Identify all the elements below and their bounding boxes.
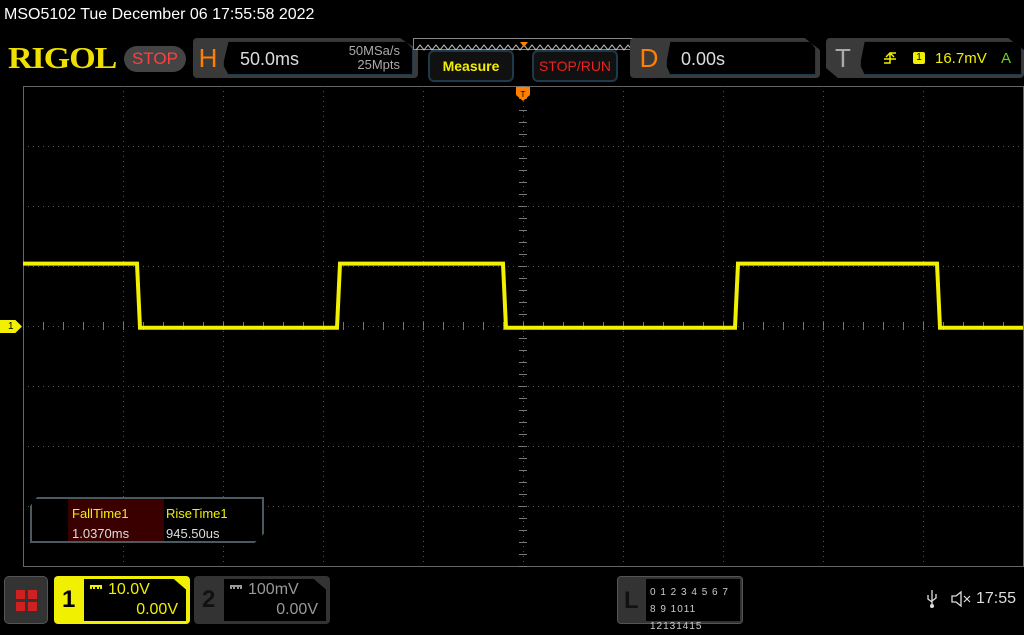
measurement-falltime: FallTime1 1.0370ms — [68, 499, 164, 541]
main-menu-button[interactable] — [4, 576, 48, 624]
delay-letter: D — [639, 43, 659, 73]
channel1-readout: 10.0V 0.00V — [84, 579, 186, 621]
channel1-waveform — [23, 261, 1023, 330]
logic-letter: L — [624, 587, 639, 614]
svg-text:T: T — [521, 90, 526, 99]
trigger-mode: A — [1001, 50, 1012, 67]
horizontal-readout: 50.0ms 50MSa/s 25Mpts — [223, 41, 413, 75]
window-title: MSO5102 Tue December 06 17:55:58 2022 — [4, 6, 315, 23]
rigol-logo: RIGOL — [8, 41, 117, 76]
measurement-value: 1.0370ms — [72, 526, 130, 541]
channel1-ground-marker[interactable]: 1 — [0, 320, 22, 333]
grid-menu-icon — [16, 590, 37, 611]
dc-coupling-icon — [230, 585, 242, 589]
trigger-readout: 1 16.7mV A — [860, 41, 1022, 75]
waveform-display[interactable] — [23, 86, 1024, 567]
trigger-position-marker-icon[interactable]: T — [516, 87, 530, 107]
channel2-offset: 0.00V — [276, 601, 318, 618]
logic-channels: 0 1 2 3 4 5 6 7 8 9 1011 12131415 — [646, 579, 740, 632]
dc-coupling-icon — [90, 585, 102, 589]
speaker-muted-icon[interactable] — [950, 590, 972, 608]
trigger-letter: T — [835, 43, 851, 73]
delay-readout: 0.00s — [666, 41, 816, 75]
logic-panel[interactable]: L 0 1 2 3 4 5 6 7 8 9 1011 12131415 — [617, 576, 743, 632]
measurement-label: FallTime1 — [72, 506, 129, 521]
channel1-scale: 10.0V — [108, 581, 150, 598]
acquisition-info: 50MSa/s 25Mpts — [349, 44, 400, 72]
rising-edge-icon — [884, 51, 896, 64]
channel1-number: 1 — [62, 586, 76, 613]
measurement-label: RiseTime1 — [166, 506, 228, 521]
channel2-panel[interactable]: 2 100mV 0.00V — [194, 576, 330, 624]
usb-icon — [927, 590, 937, 608]
memory-overview-bar — [413, 38, 635, 51]
channel2-readout: 100mV 0.00V — [224, 579, 326, 621]
measurement-panel: FallTime1 1.0370ms RiseTime1 945.50us — [30, 497, 264, 543]
timebase-value: 50.0ms — [240, 49, 300, 69]
logic-row: 0 1 2 3 4 5 6 7 — [650, 587, 729, 598]
measurement-value: 945.50us — [166, 526, 220, 541]
trigger-level: 16.7mV — [935, 50, 987, 67]
measure-button[interactable]: Measure — [428, 50, 514, 82]
sample-rate: 50MSa/s — [348, 43, 400, 58]
trigger-panel[interactable]: T 1 16.7mV A — [826, 38, 1024, 78]
channel2-number: 2 — [202, 586, 216, 613]
horizontal-letter: H — [198, 43, 218, 73]
channel1-panel[interactable]: 1 10.0V 0.00V — [54, 576, 190, 624]
stop-run-button[interactable]: STOP/RUN — [532, 50, 618, 82]
trigger-source-badge: 1 — [913, 52, 925, 64]
channel1-offset: 0.00V — [136, 601, 178, 618]
channel2-scale: 100mV — [248, 581, 299, 598]
horizontal-panel[interactable]: H 50.0ms 50MSa/s 25Mpts — [193, 38, 418, 78]
memory-depth: 25Mpts — [357, 57, 400, 72]
delay-value: 0.00s — [681, 49, 726, 69]
delay-panel[interactable]: D 0.00s — [630, 38, 820, 78]
measurement-risetime: RiseTime1 945.50us — [162, 499, 258, 541]
clock: 17:55 — [976, 590, 1017, 607]
run-state-badge[interactable]: STOP — [124, 46, 186, 72]
